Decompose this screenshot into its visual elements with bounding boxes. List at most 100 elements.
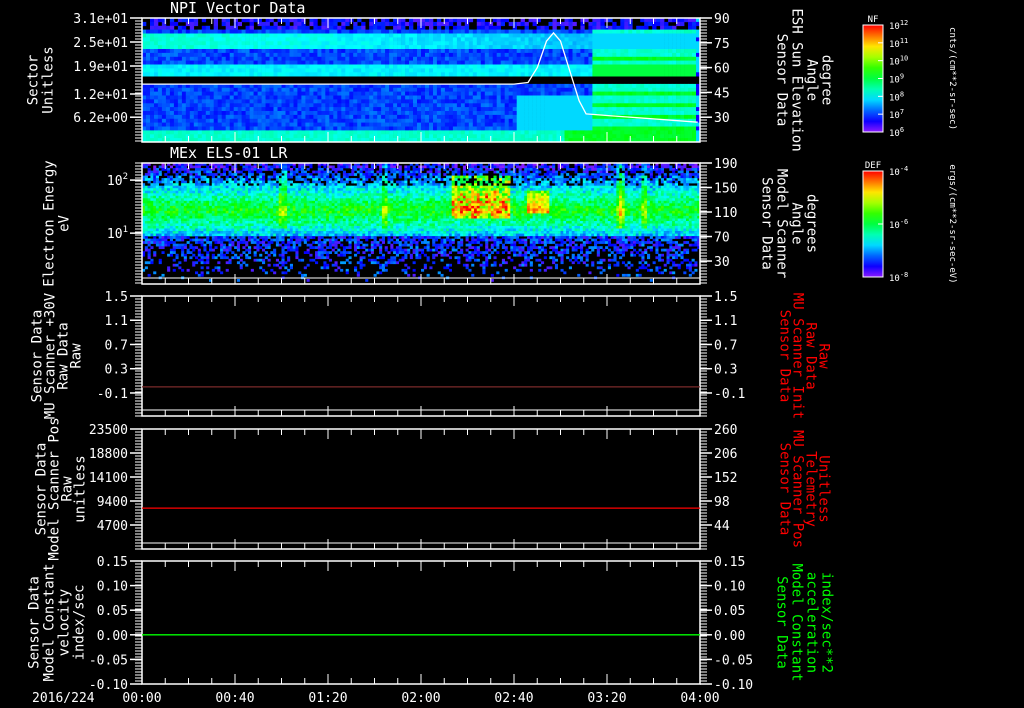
heatmap-cell: [257, 87, 262, 92]
heatmap-cell: [482, 175, 486, 179]
heatmap-cell: [353, 37, 358, 42]
heatmap-cell: [405, 21, 410, 27]
heatmap-cell: [488, 99, 494, 104]
heatmap-cell: [452, 118, 458, 123]
heatmap-cell: [479, 178, 483, 181]
heatmap-cell: [680, 83, 685, 89]
heatmap-cell: [624, 107, 629, 112]
heatmap-cell: [313, 41, 318, 46]
heatmap-cell: [273, 45, 278, 50]
heatmap-cell: [242, 168, 246, 171]
heatmap-cell: [596, 87, 601, 92]
heatmap-cell: [602, 175, 606, 179]
heatmap-cell: [436, 118, 442, 123]
heatmap-cell: [193, 21, 199, 27]
heatmap-cell: [548, 56, 553, 61]
heatmap-cell: [369, 49, 374, 54]
heatmap-cell: [546, 173, 550, 176]
heatmap-cell: [516, 111, 521, 116]
heatmap-cell: [524, 134, 529, 139]
heatmap-cell: [484, 25, 490, 30]
heatmap-cell: [297, 130, 302, 135]
heatmap-cell: [688, 25, 693, 30]
heatmap-cell: [337, 178, 341, 181]
heatmap-cell: [211, 175, 215, 179]
heatmap-cell: [632, 52, 637, 58]
heatmap-cell: [532, 173, 536, 176]
heatmap-cell: [249, 114, 254, 120]
heatmap-cell: [664, 134, 669, 139]
heatmap-cell: [287, 168, 291, 171]
heatmap-cell: [385, 68, 390, 73]
heatmap-cell: [213, 91, 218, 96]
heatmap-cell: [229, 91, 234, 96]
heatmap-cell: [229, 41, 234, 46]
heatmap-cell: [326, 175, 330, 179]
heatmap-cell: [540, 134, 545, 139]
heatmap-cell: [543, 178, 547, 181]
heatmap-cell: [222, 173, 226, 176]
heatmap-cell: [320, 170, 324, 174]
heatmap-cell: [239, 175, 243, 179]
heatmap-cell: [552, 25, 557, 30]
heatmap-cell: [387, 175, 391, 179]
heatmap-cell: [564, 68, 569, 73]
heatmap-cell: [181, 130, 187, 135]
heatmap-cell: [313, 91, 318, 96]
heatmap-cell: [264, 168, 268, 171]
heatmap-cell: [529, 178, 533, 181]
heatmap-cell: [326, 173, 330, 176]
heatmap-cell: [273, 114, 278, 120]
heatmap-cell: [429, 111, 434, 116]
heatmap-cell: [444, 33, 450, 38]
heatmap-cell: [417, 91, 422, 96]
heatmap-cell: [500, 126, 505, 131]
heatmap-cell: [225, 122, 230, 127]
heatmap-cell: [608, 130, 613, 135]
heatmap-cell: [616, 134, 621, 139]
heatmap-cell: [444, 122, 450, 127]
heatmap-cell: [421, 99, 426, 104]
heatmap-cell: [229, 122, 234, 127]
heatmap-cell: [154, 41, 159, 46]
heatmap-cell: [440, 165, 444, 169]
heatmap-cell: [425, 41, 430, 46]
heatmap-cell: [401, 99, 406, 104]
heatmap-cell: [177, 111, 183, 116]
heatmap-cell: [293, 29, 298, 34]
heatmap-cell: [548, 118, 553, 123]
heatmap-cell: [425, 72, 430, 77]
heatmap-cell: [628, 91, 633, 96]
heatmap-cell: [592, 91, 597, 96]
heatmap-cell: [233, 107, 238, 112]
heatmap-cell: [476, 91, 482, 96]
heatmap-cell: [457, 175, 461, 179]
heatmap-cell: [568, 37, 573, 42]
heatmap-cell: [556, 95, 561, 100]
heatmap-cell: [146, 111, 151, 116]
heatmap-cell: [253, 134, 258, 139]
heatmap-cell: [656, 111, 661, 116]
heatmap-cell: [157, 25, 163, 30]
heatmap-cell: [488, 56, 494, 61]
heatmap-cell: [389, 21, 394, 27]
heatmap-cell: [540, 60, 545, 65]
heatmap-cell: [393, 56, 398, 61]
heatmap-cell: [354, 178, 358, 181]
heatmap-cell: [177, 103, 183, 108]
heatmap-cell: [556, 107, 561, 112]
heatmap-cell: [405, 60, 410, 65]
heatmap-cell: [213, 114, 218, 120]
heatmap-cell: [409, 52, 414, 58]
heatmap-cell: [157, 56, 163, 61]
heatmap-cell: [692, 99, 697, 104]
heatmap-cell: [225, 41, 230, 46]
heatmap-cell: [401, 21, 406, 27]
heatmap-cell: [173, 37, 179, 42]
heatmap-cell: [365, 168, 369, 171]
heatmap-cell: [225, 114, 230, 120]
heatmap-cell: [594, 165, 598, 169]
heatmap-cell: [221, 111, 226, 116]
heatmap-cell: [518, 170, 522, 174]
heatmap-cell: [556, 29, 561, 34]
